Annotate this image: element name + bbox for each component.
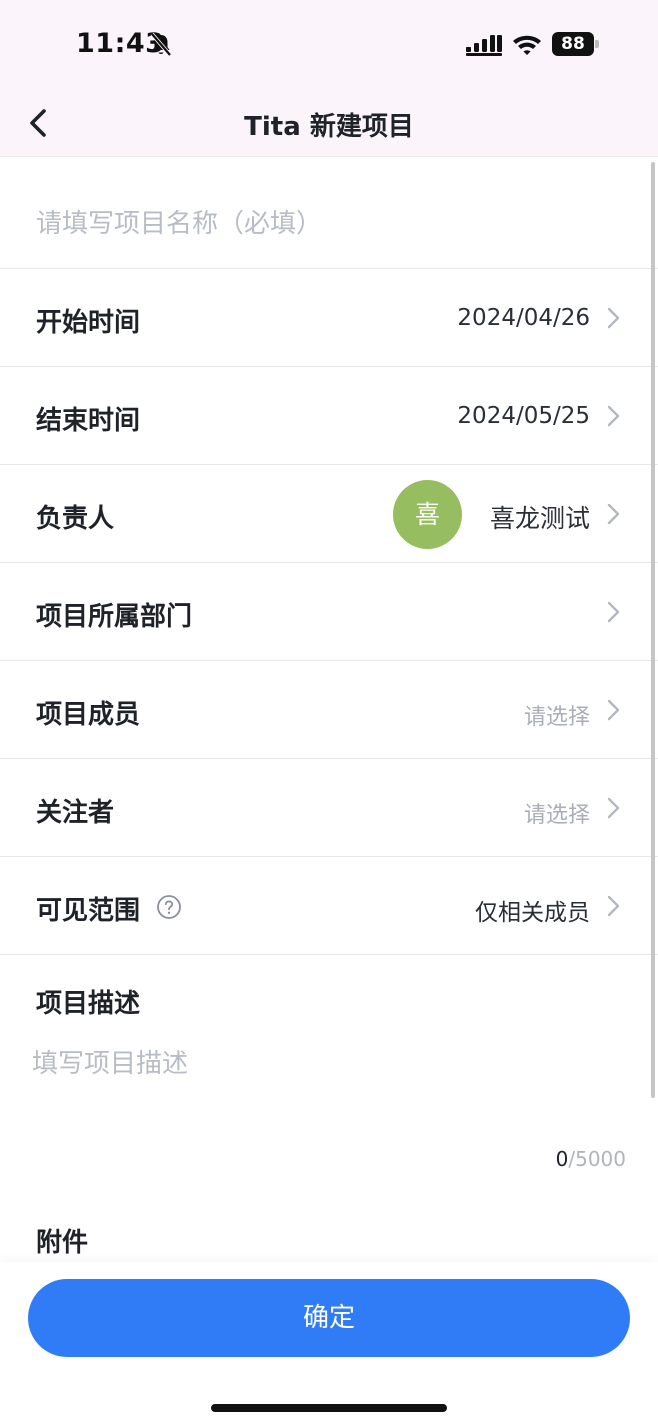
project-name-placeholder: 请填写项目名称（必填） — [36, 209, 323, 239]
home-indicator — [211, 1404, 447, 1412]
screen: 11:43 88 Tita 新建项目 请填写项目名称（必填） 开始时间 2024… — [0, 0, 658, 1426]
chevron-right-icon — [607, 797, 620, 819]
end-time-row[interactable]: 结束时间 2024/05/25 — [0, 367, 658, 465]
followers-value: 请选择 — [523, 803, 590, 828]
chevron-right-icon — [607, 895, 620, 917]
visibility-value: 仅相关成员 — [475, 900, 590, 926]
description-char-counter: 0/5000 — [556, 1147, 626, 1171]
start-time-value: 2024/04/26 — [457, 305, 590, 331]
footer: 确定 — [0, 1262, 658, 1426]
project-name-input[interactable]: 请填写项目名称（必填） — [0, 157, 658, 269]
help-circle-icon[interactable] — [156, 894, 182, 920]
members-value: 请选择 — [523, 705, 590, 730]
start-time-row[interactable]: 开始时间 2024/04/26 — [0, 269, 658, 367]
status-bar: 11:43 88 — [0, 0, 658, 88]
start-time-label: 开始时间 — [36, 308, 141, 338]
cellular-signal-icon — [466, 35, 502, 56]
char-count-max: /5000 — [568, 1147, 626, 1171]
avatar: 喜 — [393, 480, 462, 549]
owner-name: 喜龙测试 — [489, 504, 590, 533]
chevron-right-icon — [607, 503, 620, 525]
attachment-label: 附件 — [36, 1228, 89, 1258]
department-row[interactable]: 项目所属部门 — [0, 563, 658, 661]
scrollbar[interactable] — [651, 162, 655, 1098]
visibility-row[interactable]: 可见范围 仅相关成员 — [0, 857, 658, 955]
description-label: 项目描述 — [36, 989, 141, 1019]
end-time-label: 结束时间 — [36, 406, 141, 436]
followers-label: 关注者 — [36, 798, 115, 828]
department-label: 项目所属部门 — [36, 602, 193, 632]
owner-label: 负责人 — [36, 504, 115, 534]
members-row[interactable]: 项目成员 请选择 — [0, 661, 658, 759]
chevron-right-icon — [607, 307, 620, 329]
members-label: 项目成员 — [36, 700, 141, 730]
owner-row[interactable]: 负责人 喜 喜龙测试 — [0, 465, 658, 563]
visibility-label: 可见范围 — [36, 896, 141, 926]
wifi-icon — [513, 35, 541, 55]
bell-muted-icon — [150, 32, 172, 57]
confirm-button[interactable]: 确定 — [28, 1279, 630, 1357]
page-title: Tita 新建项目 — [244, 112, 414, 142]
chevron-right-icon — [607, 405, 620, 427]
followers-row[interactable]: 关注者 请选择 — [0, 759, 658, 857]
description-section: 项目描述 填写项目描述 0/5000 — [0, 955, 658, 1185]
battery-indicator: 88 — [552, 32, 600, 56]
char-count-current: 0 — [555, 1147, 569, 1171]
chevron-right-icon — [607, 699, 620, 721]
description-input[interactable]: 填写项目描述 — [32, 1043, 188, 1080]
end-time-value: 2024/05/25 — [457, 403, 590, 429]
nav-bar: Tita 新建项目 — [0, 88, 658, 157]
battery-nub — [595, 40, 599, 48]
top-bar: 11:43 88 Tita 新建项目 — [0, 0, 658, 157]
chevron-right-icon — [607, 601, 620, 623]
battery-level: 88 — [552, 32, 594, 56]
